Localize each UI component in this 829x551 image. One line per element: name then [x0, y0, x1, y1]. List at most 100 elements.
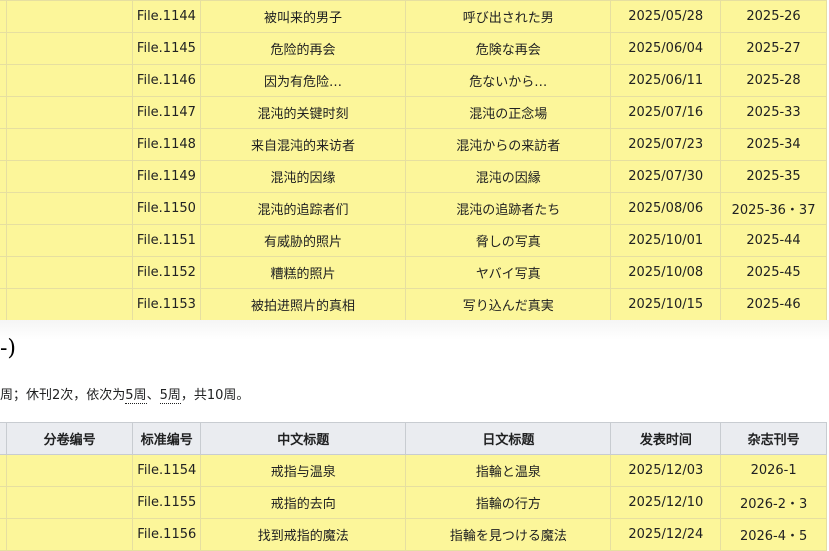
- cell-issue: 2025-28: [720, 64, 827, 97]
- header-date: 发表时间: [610, 422, 722, 455]
- cell-issue: 2026-1: [720, 454, 827, 487]
- note-link-2[interactable]: 5周: [159, 388, 181, 404]
- episode-table-bottom: 分卷编号 标准编号 中文标题 日文标题 发表时间 杂志刊号 File.1154 戒…: [0, 422, 827, 551]
- cell-issue: 2025-33: [720, 96, 827, 129]
- cell-issue: 2025-44: [720, 224, 827, 257]
- cell-volume: [5, 518, 134, 551]
- cell-date: 2025/08/06: [610, 192, 722, 225]
- table-row: File.1148 来自混沌的来访者 混沌からの来訪者 2025/07/23 2025-…: [0, 128, 827, 161]
- cell-cn-title: 因为有危险…: [199, 64, 407, 97]
- cell-volume: [5, 288, 133, 321]
- cell-cn-title: 混沌的追踪者们: [199, 192, 407, 225]
- cell-issue: 2025-35: [720, 160, 827, 193]
- cell-issue: 2026-4・5: [720, 518, 827, 551]
- header-cn-title: 中文标题: [200, 422, 407, 455]
- cell-jp-title: ヤバイ写真: [405, 256, 612, 289]
- cell-file: File.1152: [131, 256, 201, 289]
- cell-jp-title: 脅しの写真: [405, 224, 612, 257]
- cell-cn-title: 被叫来的男子: [199, 0, 407, 33]
- cell-issue: 2025-45: [720, 256, 827, 289]
- cell-jp-title: 指輪と温泉: [405, 454, 612, 487]
- table-row: File.1154 戒指与温泉 指輪と温泉 2025/12/03 2026-1: [0, 454, 827, 487]
- section-gap: [0, 320, 829, 420]
- cell-date: 2025/12/10: [610, 486, 722, 519]
- cell-date: 2025/06/11: [610, 64, 722, 97]
- cell-issue: 2026-2・3: [720, 486, 827, 519]
- cell-cn-title: 被拍进照片的真相: [199, 288, 407, 321]
- table-row: File.1144 被叫来的男子 呼び出された男 2025/05/28 2025-26: [0, 0, 827, 33]
- cell-issue: 2025-26: [720, 0, 827, 33]
- cell-file: File.1156: [132, 518, 202, 551]
- note-separator: 、: [146, 388, 160, 403]
- cell-jp-title: 指輪の行方: [405, 486, 612, 519]
- table-header-row: 分卷编号 标准编号 中文标题 日文标题 发表时间 杂志刊号: [0, 422, 827, 455]
- cell-volume: [5, 256, 133, 289]
- header-issue: 杂志刊号: [720, 422, 827, 455]
- cell-file: File.1155: [132, 486, 202, 519]
- cell-file: File.1145: [131, 32, 201, 65]
- cell-jp-title: 混沌からの来訪者: [405, 128, 612, 161]
- note-text-after: ，共10周。: [180, 388, 250, 403]
- cell-volume: [5, 32, 133, 65]
- cell-issue: 2025-46: [720, 288, 827, 321]
- cell-issue: 2025-36・37: [720, 192, 827, 225]
- cell-cn-title: 混沌的因缘: [199, 160, 407, 193]
- table-row: File.1152 糟糕的照片 ヤバイ写真 2025/10/08 2025-45: [0, 256, 827, 289]
- cell-file: File.1149: [131, 160, 201, 193]
- table-row: File.1155 戒指的去向 指輪の行方 2025/12/10 2026-2・3: [0, 486, 827, 519]
- table-row: File.1149 混沌的因缘 混沌の因縁 2025/07/30 2025-35: [0, 160, 827, 193]
- cell-date: 2025/10/15: [610, 288, 722, 321]
- cell-volume: [5, 0, 133, 33]
- table-row: File.1147 混沌的关键时刻 混沌の正念場 2025/07/16 2025-33: [0, 96, 827, 129]
- cell-cn-title: 危险的再会: [199, 32, 407, 65]
- cell-file: File.1150: [131, 192, 201, 225]
- cell-date: 2025/07/23: [610, 128, 722, 161]
- cell-cn-title: 戒指与温泉: [200, 454, 407, 487]
- cell-file: File.1148: [131, 128, 201, 161]
- cell-jp-title: 混沌の追跡者たち: [405, 192, 612, 225]
- cell-date: 2025/12/03: [610, 454, 722, 487]
- cell-issue: 2025-27: [720, 32, 827, 65]
- table-row: File.1151 有威胁的照片 脅しの写真 2025/10/01 2025-44: [0, 224, 827, 257]
- cell-date: 2025/10/01: [610, 224, 722, 257]
- cell-volume: [5, 96, 133, 129]
- cell-jp-title: 指輪を見つける魔法: [405, 518, 612, 551]
- cell-cn-title: 找到戒指的魔法: [200, 518, 407, 551]
- cell-volume: [5, 224, 133, 257]
- cell-file: File.1151: [131, 224, 201, 257]
- table-row: File.1156 找到戒指的魔法 指輪を見つける魔法 2025/12/24 2026-…: [0, 518, 827, 551]
- table-row: File.1146 因为有危险… 危ないから… 2025/06/11 2025-28: [0, 64, 827, 97]
- header-volume: 分卷编号: [5, 422, 134, 455]
- cell-volume: [5, 160, 133, 193]
- cell-file: File.1147: [131, 96, 201, 129]
- cell-date: 2025/10/08: [610, 256, 722, 289]
- table-row: File.1145 危险的再会 危険な再会 2025/06/04 2025-27: [0, 32, 827, 65]
- cell-cn-title: 糟糕的照片: [199, 256, 407, 289]
- cell-jp-title: 危ないから…: [405, 64, 612, 97]
- cell-date: 2025/07/30: [610, 160, 722, 193]
- header-file: 标准编号: [132, 422, 202, 455]
- cell-jp-title: 危険な再会: [405, 32, 612, 65]
- cell-file: File.1146: [131, 64, 201, 97]
- cell-date: 2025/06/04: [610, 32, 722, 65]
- cell-file: File.1154: [132, 454, 202, 487]
- cell-file: File.1144: [131, 0, 201, 33]
- cell-jp-title: 混沌の因縁: [405, 160, 612, 193]
- table-row: File.1150 混沌的追踪者们 混沌の追跡者たち 2025/08/06 2025-3…: [0, 192, 827, 225]
- cell-cn-title: 有威胁的照片: [199, 224, 407, 257]
- note-text-before: 周；休刊2次，依次为: [0, 388, 126, 403]
- section-heading: -): [0, 336, 17, 361]
- note-link-1[interactable]: 5周: [125, 388, 147, 404]
- cell-cn-title: 来自混沌的来访者: [199, 128, 407, 161]
- table-row: File.1153 被拍进照片的真相 写り込んだ真実 2025/10/15 2025-4…: [0, 288, 827, 321]
- header-jp-title: 日文标题: [405, 422, 612, 455]
- cell-file: File.1153: [131, 288, 201, 321]
- cell-jp-title: 呼び出された男: [405, 0, 612, 33]
- cell-volume: [5, 486, 134, 519]
- cell-volume: [5, 64, 133, 97]
- section-note: 周；休刊2次，依次为5周、5周，共10周。: [0, 384, 250, 404]
- cell-issue: 2025-34: [720, 128, 827, 161]
- episode-table-top: File.1144 被叫来的男子 呼び出された男 2025/05/28 2025-26 F…: [0, 0, 827, 321]
- cell-date: 2025/07/16: [610, 96, 722, 129]
- cell-volume: [5, 454, 134, 487]
